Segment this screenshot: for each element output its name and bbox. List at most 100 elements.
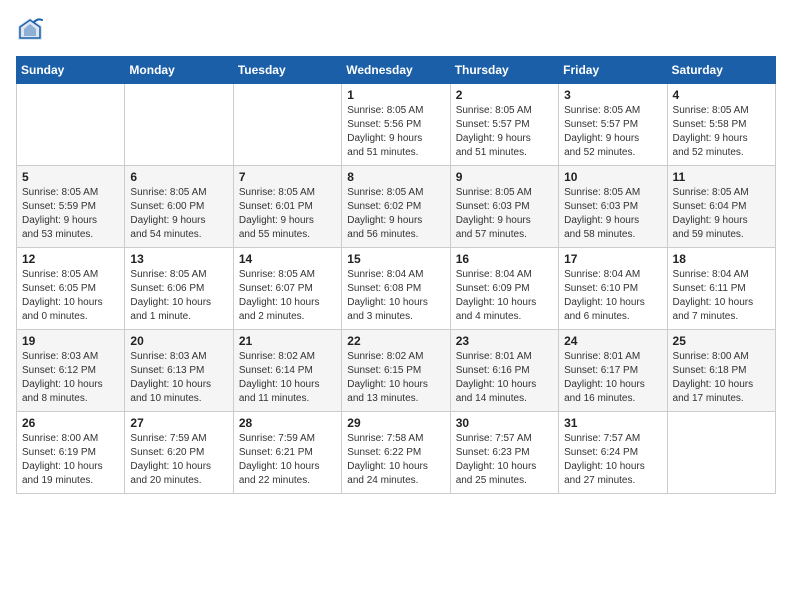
weekday-header-friday: Friday <box>559 57 667 84</box>
calendar-cell: 4Sunrise: 8:05 AM Sunset: 5:58 PM Daylig… <box>667 84 775 166</box>
calendar-cell: 14 Sunrise: 8:05 AM Sunset: 6:07 PM Dayli… <box>233 248 341 330</box>
day-info: Sunrise: 7:58 AM Sunset: 6:22 PM Dayligh… <box>347 432 444 488</box>
calendar-cell: 20 Sunrise: 8:03 AM Sunset: 6:13 PM Dayli… <box>125 330 233 412</box>
calendar-week-row: 1Sunrise: 8:05 AM Sunset: 5:56 PM Daylig… <box>17 84 776 166</box>
day-number: 7 <box>239 170 336 184</box>
day-number: 3 <box>564 88 661 102</box>
calendar-cell: 11 Sunrise: 8:05 AM Sunset: 6:04 PM Dayli… <box>667 166 775 248</box>
day-number: 25 <box>673 334 770 348</box>
day-info: Sunrise: 8:01 AM Sunset: 6:17 PM Dayligh… <box>564 350 661 406</box>
day-info: Sunrise: 8:05 AM Sunset: 5:59 PM Dayligh… <box>22 186 119 242</box>
day-info: Sunrise: 8:05 AM Sunset: 6:04 PM Dayligh… <box>673 186 770 242</box>
day-info: Sunrise: 8:05 AM Sunset: 6:05 PM Dayligh… <box>22 268 119 324</box>
weekday-header-wednesday: Wednesday <box>342 57 450 84</box>
day-number: 24 <box>564 334 661 348</box>
calendar-cell: 29 Sunrise: 7:58 AM Sunset: 6:22 PM Dayli… <box>342 412 450 494</box>
day-number: 8 <box>347 170 444 184</box>
calendar-cell: 18 Sunrise: 8:04 AM Sunset: 6:11 PM Dayli… <box>667 248 775 330</box>
calendar-cell: 23 Sunrise: 8:01 AM Sunset: 6:16 PM Dayli… <box>450 330 558 412</box>
day-info: Sunrise: 8:05 AM Sunset: 5:57 PM Dayligh… <box>564 104 661 160</box>
calendar-week-row: 5 Sunrise: 8:05 AM Sunset: 5:59 PM Daylig… <box>17 166 776 248</box>
day-info: Sunrise: 8:03 AM Sunset: 6:12 PM Dayligh… <box>22 350 119 406</box>
day-number: 29 <box>347 416 444 430</box>
calendar-cell: 7 Sunrise: 8:05 AM Sunset: 6:01 PM Daylig… <box>233 166 341 248</box>
day-info: Sunrise: 8:05 AM Sunset: 6:01 PM Dayligh… <box>239 186 336 242</box>
day-number: 15 <box>347 252 444 266</box>
logo <box>16 16 48 44</box>
day-number: 30 <box>456 416 553 430</box>
calendar-week-row: 26Sunrise: 8:00 AM Sunset: 6:19 PM Dayli… <box>17 412 776 494</box>
day-number: 2 <box>456 88 553 102</box>
calendar-cell: 26Sunrise: 8:00 AM Sunset: 6:19 PM Dayli… <box>17 412 125 494</box>
day-info: Sunrise: 8:04 AM Sunset: 6:09 PM Dayligh… <box>456 268 553 324</box>
calendar-cell: 24 Sunrise: 8:01 AM Sunset: 6:17 PM Dayli… <box>559 330 667 412</box>
day-number: 20 <box>130 334 227 348</box>
calendar-cell: 21 Sunrise: 8:02 AM Sunset: 6:14 PM Dayli… <box>233 330 341 412</box>
day-info: Sunrise: 8:05 AM Sunset: 6:03 PM Dayligh… <box>564 186 661 242</box>
day-info: Sunrise: 8:05 AM Sunset: 6:00 PM Dayligh… <box>130 186 227 242</box>
day-number: 11 <box>673 170 770 184</box>
calendar-cell: 16 Sunrise: 8:04 AM Sunset: 6:09 PM Dayli… <box>450 248 558 330</box>
calendar-week-row: 19 Sunrise: 8:03 AM Sunset: 6:12 PM Dayli… <box>17 330 776 412</box>
calendar-cell: 9Sunrise: 8:05 AM Sunset: 6:03 PM Daylig… <box>450 166 558 248</box>
weekday-header-tuesday: Tuesday <box>233 57 341 84</box>
calendar-cell: 22 Sunrise: 8:02 AM Sunset: 6:15 PM Dayli… <box>342 330 450 412</box>
day-info: Sunrise: 8:00 AM Sunset: 6:19 PM Dayligh… <box>22 432 119 488</box>
day-info: Sunrise: 8:05 AM Sunset: 5:57 PM Dayligh… <box>456 104 553 160</box>
day-number: 27 <box>130 416 227 430</box>
weekday-header-sunday: Sunday <box>17 57 125 84</box>
calendar-table: SundayMondayTuesdayWednesdayThursdayFrid… <box>16 56 776 494</box>
day-number: 18 <box>673 252 770 266</box>
calendar-cell: 3 Sunrise: 8:05 AM Sunset: 5:57 PM Daylig… <box>559 84 667 166</box>
calendar-cell: 19 Sunrise: 8:03 AM Sunset: 6:12 PM Dayli… <box>17 330 125 412</box>
day-number: 22 <box>347 334 444 348</box>
calendar-cell: 5 Sunrise: 8:05 AM Sunset: 5:59 PM Daylig… <box>17 166 125 248</box>
calendar-cell <box>667 412 775 494</box>
day-info: Sunrise: 7:59 AM Sunset: 6:21 PM Dayligh… <box>239 432 336 488</box>
weekday-header-saturday: Saturday <box>667 57 775 84</box>
calendar-cell: 10 Sunrise: 8:05 AM Sunset: 6:03 PM Dayli… <box>559 166 667 248</box>
weekday-header-thursday: Thursday <box>450 57 558 84</box>
calendar-cell: 15 Sunrise: 8:04 AM Sunset: 6:08 PM Dayli… <box>342 248 450 330</box>
day-number: 14 <box>239 252 336 266</box>
calendar-cell: 17Sunrise: 8:04 AM Sunset: 6:10 PM Dayli… <box>559 248 667 330</box>
day-info: Sunrise: 8:01 AM Sunset: 6:16 PM Dayligh… <box>456 350 553 406</box>
day-number: 17 <box>564 252 661 266</box>
calendar-cell: 31Sunrise: 7:57 AM Sunset: 6:24 PM Dayli… <box>559 412 667 494</box>
calendar-cell: 28 Sunrise: 7:59 AM Sunset: 6:21 PM Dayli… <box>233 412 341 494</box>
calendar-cell: 13 Sunrise: 8:05 AM Sunset: 6:06 PM Dayli… <box>125 248 233 330</box>
calendar-week-row: 12 Sunrise: 8:05 AM Sunset: 6:05 PM Dayli… <box>17 248 776 330</box>
page-header <box>16 16 776 44</box>
day-number: 19 <box>22 334 119 348</box>
day-number: 16 <box>456 252 553 266</box>
day-info: Sunrise: 8:05 AM Sunset: 6:06 PM Dayligh… <box>130 268 227 324</box>
day-info: Sunrise: 8:02 AM Sunset: 6:15 PM Dayligh… <box>347 350 444 406</box>
day-number: 21 <box>239 334 336 348</box>
day-number: 12 <box>22 252 119 266</box>
day-info: Sunrise: 7:57 AM Sunset: 6:24 PM Dayligh… <box>564 432 661 488</box>
day-info: Sunrise: 8:03 AM Sunset: 6:13 PM Dayligh… <box>130 350 227 406</box>
day-number: 28 <box>239 416 336 430</box>
day-number: 13 <box>130 252 227 266</box>
calendar-cell: 8Sunrise: 8:05 AM Sunset: 6:02 PM Daylig… <box>342 166 450 248</box>
day-info: Sunrise: 8:05 AM Sunset: 5:58 PM Dayligh… <box>673 104 770 160</box>
day-info: Sunrise: 8:04 AM Sunset: 6:11 PM Dayligh… <box>673 268 770 324</box>
calendar-cell: 12 Sunrise: 8:05 AM Sunset: 6:05 PM Dayli… <box>17 248 125 330</box>
day-info: Sunrise: 7:59 AM Sunset: 6:20 PM Dayligh… <box>130 432 227 488</box>
day-info: Sunrise: 8:00 AM Sunset: 6:18 PM Dayligh… <box>673 350 770 406</box>
logo-icon <box>16 16 44 44</box>
calendar-cell: 30Sunrise: 7:57 AM Sunset: 6:23 PM Dayli… <box>450 412 558 494</box>
day-info: Sunrise: 8:05 AM Sunset: 6:07 PM Dayligh… <box>239 268 336 324</box>
calendar-cell <box>233 84 341 166</box>
day-number: 5 <box>22 170 119 184</box>
day-number: 23 <box>456 334 553 348</box>
calendar-cell: 2 Sunrise: 8:05 AM Sunset: 5:57 PM Daylig… <box>450 84 558 166</box>
day-info: Sunrise: 8:05 AM Sunset: 6:03 PM Dayligh… <box>456 186 553 242</box>
calendar-cell: 27 Sunrise: 7:59 AM Sunset: 6:20 PM Dayli… <box>125 412 233 494</box>
day-number: 10 <box>564 170 661 184</box>
day-info: Sunrise: 8:02 AM Sunset: 6:14 PM Dayligh… <box>239 350 336 406</box>
day-info: Sunrise: 8:05 AM Sunset: 5:56 PM Dayligh… <box>347 104 444 160</box>
day-info: Sunrise: 8:04 AM Sunset: 6:08 PM Dayligh… <box>347 268 444 324</box>
calendar-cell: 6Sunrise: 8:05 AM Sunset: 6:00 PM Daylig… <box>125 166 233 248</box>
weekday-header-monday: Monday <box>125 57 233 84</box>
